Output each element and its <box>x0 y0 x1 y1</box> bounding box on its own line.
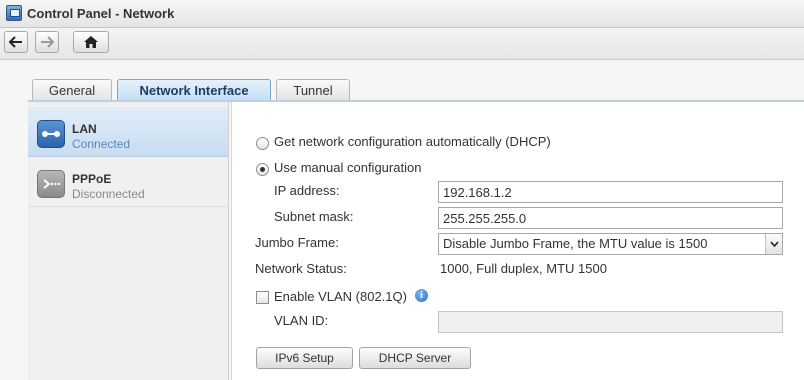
network-status-value: 1000, Full duplex, MTU 1500 <box>440 261 607 276</box>
control-panel-icon <box>6 5 22 21</box>
ipv6-setup-button[interactable]: IPv6 Setup <box>256 347 353 369</box>
lan-icon <box>37 120 65 148</box>
tab-tunnel[interactable]: Tunnel <box>276 79 350 101</box>
forward-button[interactable] <box>35 31 59 53</box>
jumbo-frame-value: Disable Jumbo Frame, the MTU value is 15… <box>443 236 708 251</box>
subnet-mask-field[interactable] <box>438 207 783 229</box>
vlan-id-label: VLAN ID: <box>274 313 329 328</box>
pppoe-icon <box>37 170 65 198</box>
interface-name: PPPoE <box>72 172 112 186</box>
chevron-down-icon <box>765 234 782 254</box>
back-button[interactable] <box>4 31 28 53</box>
vlan-id-field[interactable] <box>438 311 783 333</box>
arrow-left-icon <box>9 36 22 48</box>
interface-list: LAN Connected PPPoE Disconnected <box>28 102 229 380</box>
tab-network-interface[interactable]: Network Interface <box>117 79 271 102</box>
network-status-label: Network Status: <box>255 261 347 276</box>
interface-status: Connected <box>72 137 131 151</box>
tab-general[interactable]: General <box>32 79 112 101</box>
dhcp-radio[interactable] <box>256 137 269 150</box>
manual-config-radio[interactable] <box>256 163 269 176</box>
interface-item-lan[interactable]: LAN Connected <box>28 107 228 157</box>
interface-item-pppoe[interactable]: PPPoE Disconnected <box>28 157 228 207</box>
subnet-mask-label: Subnet mask: <box>274 209 354 224</box>
info-icon[interactable]: i <box>415 289 428 302</box>
jumbo-frame-select[interactable]: Disable Jumbo Frame, the MTU value is 15… <box>438 233 783 255</box>
jumbo-frame-label: Jumbo Frame: <box>255 235 339 250</box>
window-title: Control Panel - Network <box>27 6 175 21</box>
enable-vlan-label: Enable VLAN (802.1Q) <box>274 289 407 304</box>
dhcp-server-button[interactable]: DHCP Server <box>359 347 471 369</box>
interface-status: Disconnected <box>72 187 145 201</box>
ip-address-field[interactable] <box>438 181 783 203</box>
arrow-right-icon <box>41 36 54 48</box>
manual-config-label: Use manual configuration <box>274 160 422 175</box>
home-icon <box>84 36 98 48</box>
ip-address-label: IP address: <box>274 183 340 198</box>
toolbar <box>0 28 804 60</box>
interface-name: LAN <box>72 122 97 136</box>
dhcp-label: Get network configuration automatically … <box>274 134 551 149</box>
enable-vlan-checkbox[interactable] <box>256 291 269 304</box>
home-button[interactable] <box>73 31 109 53</box>
title-bar: Control Panel - Network <box>0 0 804 28</box>
